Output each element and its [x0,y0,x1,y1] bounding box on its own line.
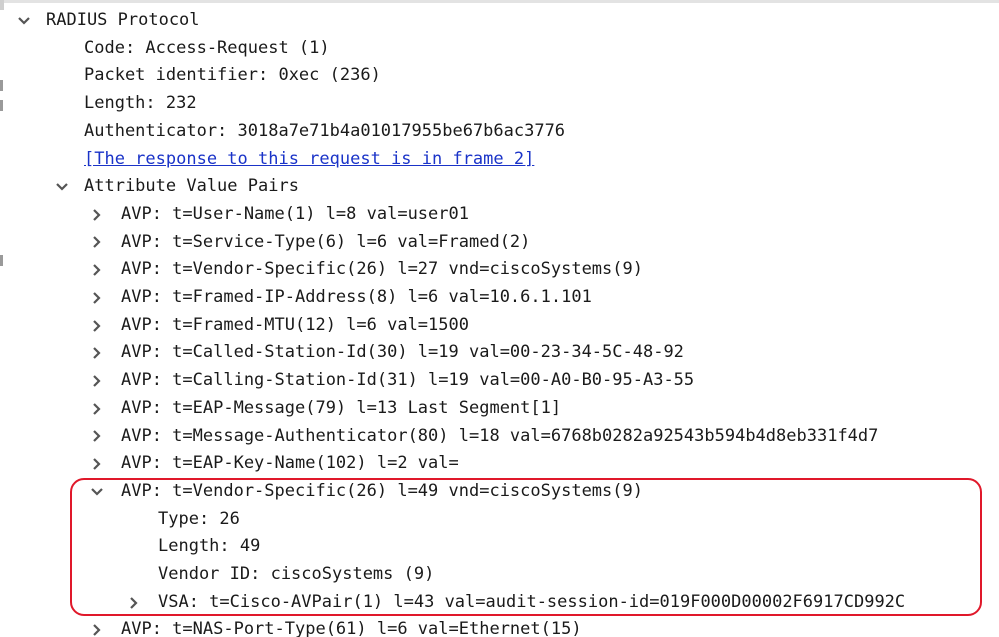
chevron-right-icon[interactable] [89,229,105,257]
tree-node-avp[interactable]: AVP: t=Called-Station-Id(30) l=19 val=00… [0,339,684,367]
chevron-right-icon[interactable] [89,616,105,637]
field-text: Code: Access-Request (1) [84,37,330,58]
field-text: Authenticator: 3018a7e71b4a01017955be67b… [84,120,566,141]
chevron-right-icon[interactable] [89,367,105,395]
chevron-right-icon[interactable] [89,395,105,423]
tree-node-avp[interactable]: AVP: t=Calling-Station-Id(31) l=19 val=0… [0,367,694,395]
tree-node-label: RADIUS Protocol [46,10,200,30]
vsa-text: VSA: t=Cisco-AVPair(1) l=43 val=audit-se… [158,591,906,612]
tree-field-response-link[interactable]: [The response to this request is in fram… [0,146,534,174]
avp-text: AVP: t=Message-Authenticator(80) l=18 va… [121,425,879,446]
field-text: Vendor ID: ciscoSystems (9) [158,564,435,584]
tree-field-code[interactable]: Code: Access-Request (1) [0,35,330,63]
packet-details-pane: RADIUS Protocol Code: Access-Request (1)… [0,0,999,637]
tree-field-packet-identifier[interactable]: Packet identifier: 0xec (236) [0,62,381,90]
tree-node-radius-protocol[interactable]: RADIUS Protocol [0,7,200,35]
chevron-down-icon[interactable] [89,478,105,506]
tree-node-avp-vendor-specific[interactable]: AVP: t=Vendor-Specific(26) l=49 vnd=cisc… [0,478,643,506]
chevron-right-icon[interactable] [89,423,105,451]
chevron-down-icon[interactable] [16,7,32,35]
avp-text: AVP: t=EAP-Message(79) l=13 Last Segment… [121,397,562,418]
chevron-down-icon[interactable] [54,173,70,201]
avp-text: AVP: t=Vendor-Specific(26) l=27 vnd=cisc… [121,259,643,280]
tree-field-vsa-type[interactable]: Type: 26 [0,506,240,534]
field-text: Packet identifier: 0xec (236) [84,65,381,86]
tree-node-attribute-value-pairs[interactable]: Attribute Value Pairs [0,173,299,201]
avp-text: AVP: t=Vendor-Specific(26) l=49 vnd=cisc… [121,480,643,501]
field-text: Length: 49 [158,536,261,557]
avp-text: AVP: t=EAP-Key-Name(102) l=2 val= [121,453,459,474]
chevron-right-icon[interactable] [89,284,105,312]
tree-field-vsa-length[interactable]: Length: 49 [0,533,260,561]
tree-node-vsa[interactable]: VSA: t=Cisco-AVPair(1) l=43 val=audit-se… [0,589,905,617]
field-text: Type: 26 [158,508,240,529]
tree-node-avp[interactable]: AVP: t=EAP-Message(79) l=13 Last Segment… [0,395,561,423]
field-text: Length: 232 [84,93,197,114]
tree-node-avp[interactable]: AVP: t=User-Name(1) l=8 val=user01 [0,201,469,229]
response-frame-link[interactable]: [The response to this request is in fram… [84,146,534,174]
tree-node-avp[interactable]: AVP: t=EAP-Key-Name(102) l=2 val= [0,450,459,478]
tree-node-avp[interactable]: AVP: t=NAS-Port-Type(61) l=6 val=Etherne… [0,616,582,637]
avp-text: AVP: t=Service-Type(6) l=6 val=Framed(2) [121,231,531,252]
chevron-right-icon[interactable] [126,589,142,617]
chevron-right-icon[interactable] [89,450,105,478]
avp-text: AVP: t=Called-Station-Id(30) l=19 val=00… [121,342,684,363]
avp-text: AVP: t=Framed-IP-Address(8) l=6 val=10.6… [121,287,592,307]
avp-text: AVP: t=User-Name(1) l=8 val=user01 [121,203,469,224]
tree-field-vendor-id[interactable]: Vendor ID: ciscoSystems (9) [0,561,434,589]
tree-node-avp[interactable]: AVP: t=Vendor-Specific(26) l=27 vnd=cisc… [0,256,643,284]
tree-node-label: Attribute Value Pairs [84,176,299,197]
tree-node-avp[interactable]: AVP: t=Message-Authenticator(80) l=18 va… [0,423,878,451]
avp-text: AVP: t=NAS-Port-Type(61) l=6 val=Etherne… [121,619,582,637]
chevron-right-icon[interactable] [89,201,105,229]
tree-field-authenticator[interactable]: Authenticator: 3018a7e71b4a01017955be67b… [0,118,565,146]
tree-node-avp[interactable]: AVP: t=Framed-IP-Address(8) l=6 val=10.6… [0,284,592,312]
chevron-right-icon[interactable] [89,312,105,340]
tree-node-avp[interactable]: AVP: t=Framed-MTU(12) l=6 val=1500 [0,312,469,340]
tree-field-length[interactable]: Length: 232 [0,90,197,118]
avp-text: AVP: t=Framed-MTU(12) l=6 val=1500 [121,314,469,335]
tree-node-avp[interactable]: AVP: t=Service-Type(6) l=6 val=Framed(2) [0,229,530,257]
avp-text: AVP: t=Calling-Station-Id(31) l=19 val=0… [121,370,695,391]
chevron-right-icon[interactable] [89,339,105,367]
pane-top-border [0,0,999,3]
chevron-right-icon[interactable] [89,256,105,284]
